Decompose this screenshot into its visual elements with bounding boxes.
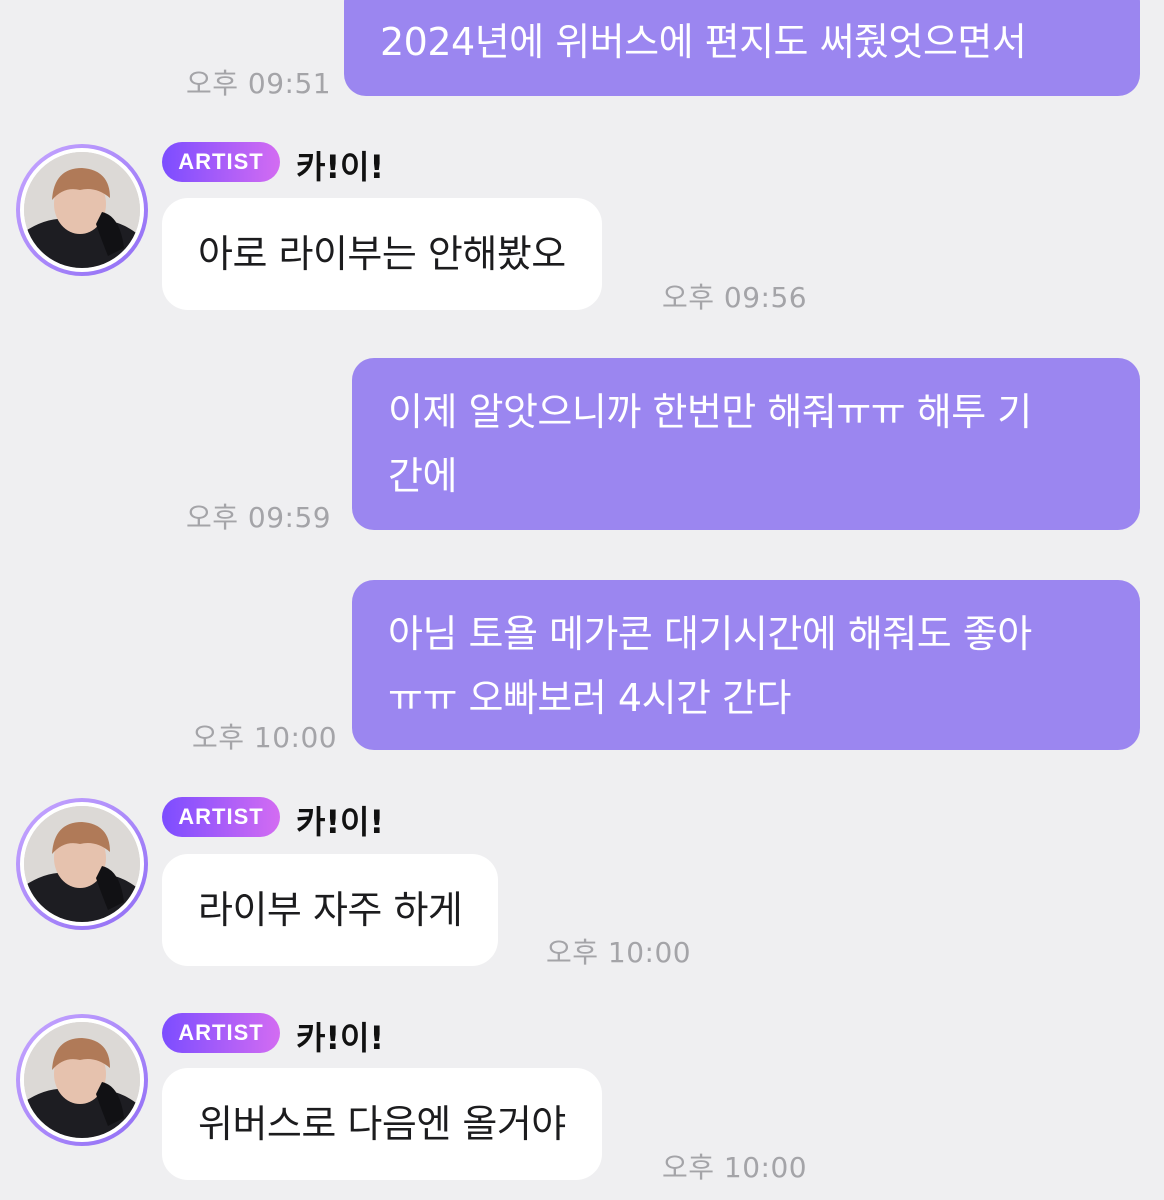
message-text-line: ㅠㅠ 오빠보러 4시간 간다 xyxy=(388,676,792,720)
sender-name[interactable]: 카!이! xyxy=(296,142,384,188)
message-text: 위버스로 다음엔 올거야 xyxy=(198,1102,566,1146)
message-text-line: 이제 알앗으니까 한번만 해줘ㅠㅠ 해투 기 xyxy=(388,390,1032,434)
sent-message-bubble[interactable]: 아님 토욜 메가콘 대기시간에 해줘도 좋아 ㅠㅠ 오빠보러 4시간 간다 xyxy=(352,580,1140,750)
artist-avatar[interactable] xyxy=(16,144,148,276)
message-timestamp: 오후 10:00 xyxy=(546,936,692,969)
received-message-bubble[interactable]: 라이부 자주 하게 xyxy=(162,854,499,966)
message-timestamp: 오후 10:00 xyxy=(192,721,338,754)
message-text: 아로 라이부는 안해봤오 xyxy=(198,232,566,276)
received-message-bubble[interactable]: 아로 라이부는 안해봤오 xyxy=(162,198,602,310)
message-timestamp: 오후 10:00 xyxy=(662,1151,808,1184)
artist-avatar[interactable] xyxy=(16,798,148,930)
message-text-line: 간에 xyxy=(388,454,457,498)
artist-badge: ARTIST xyxy=(162,1013,280,1053)
message-text: 라이부 자주 하게 xyxy=(198,888,463,932)
sender-name[interactable]: 카!이! xyxy=(296,797,384,843)
sender-name[interactable]: 카!이! xyxy=(296,1013,384,1059)
sent-message-bubble[interactable]: 2024년에 위버스에 편지도 써줬엇으면서 xyxy=(344,0,1140,96)
artist-avatar[interactable] xyxy=(16,1014,148,1146)
message-timestamp: 오후 09:51 xyxy=(186,67,332,100)
artist-badge: ARTIST xyxy=(162,797,280,837)
message-timestamp: 오후 09:59 xyxy=(186,501,332,534)
message-text: 2024년에 위버스에 편지도 써줬엇으면서 xyxy=(380,20,1027,64)
message-timestamp: 오후 09:56 xyxy=(662,281,808,314)
artist-badge: ARTIST xyxy=(162,142,280,182)
message-text-line: 아님 토욜 메가콘 대기시간에 해줘도 좋아 xyxy=(388,612,1032,656)
received-message-bubble[interactable]: 위버스로 다음엔 올거야 xyxy=(162,1068,602,1180)
sent-message-bubble[interactable]: 이제 알앗으니까 한번만 해줘ㅠㅠ 해투 기 간에 xyxy=(352,358,1140,530)
